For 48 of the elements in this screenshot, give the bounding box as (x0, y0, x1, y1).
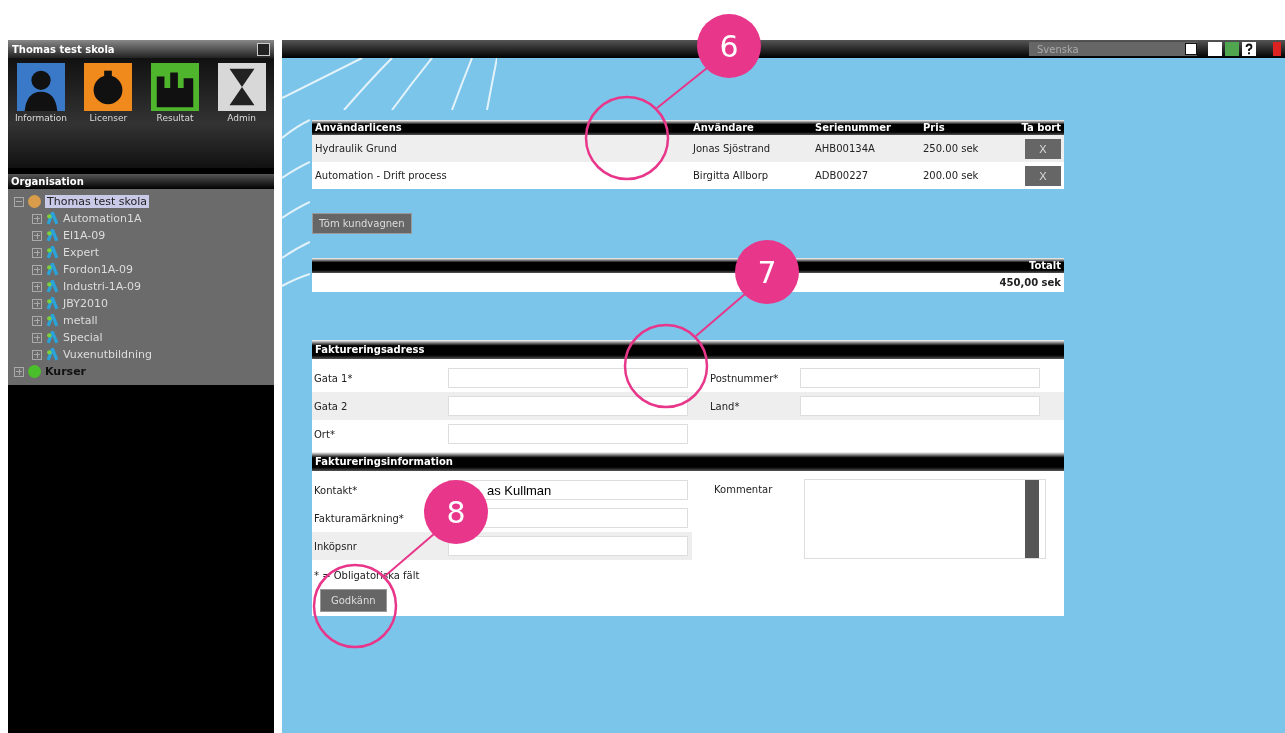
tree-item[interactable]: Expert (63, 246, 100, 259)
step-number-overlay: 6 (697, 14, 761, 78)
remove-button[interactable]: X (1025, 138, 1061, 159)
field-label: Kontakt* (314, 484, 359, 496)
empty-cart-button[interactable]: Töm kundvagnen (312, 213, 412, 234)
module-button[interactable]: Information (16, 63, 66, 123)
organisation-header: Organisation (8, 174, 274, 189)
tree-item[interactable]: JBY2010 (63, 297, 108, 310)
table-cell: Automation - Drift process (312, 162, 690, 189)
tree-item[interactable]: Industri-1A-09 (63, 280, 141, 293)
tree-item[interactable]: Fordon1A-09 (63, 263, 133, 276)
table-cell: Birgitta Allborp (690, 162, 812, 189)
remove-button[interactable]: X (1025, 165, 1061, 186)
table-cell: Jonas Sjöstrand (690, 135, 812, 162)
column-header: Pris (920, 120, 1010, 135)
table-cell: 200.00 sek (920, 162, 1010, 189)
column-header: Ta bort (1010, 120, 1064, 135)
school-title: Thomas test skola (12, 43, 115, 55)
tree-item[interactable]: Thomas test skola (45, 195, 149, 208)
module-button[interactable]: Licenser (84, 63, 133, 123)
field-label: Fakturamärkning* (314, 512, 405, 524)
table-cell: Hydraulik Grund (312, 135, 690, 162)
field-label: Ort* (314, 428, 336, 440)
tree-item[interactable]: Vuxenutbildning (63, 348, 152, 361)
total-value: 450,00 sek (999, 277, 1061, 288)
section-header: Faktureringsinformation (312, 452, 1064, 471)
tree-item[interactable]: Special (63, 331, 103, 344)
approve-button[interactable]: Godkänn (320, 589, 387, 612)
field-label: Land* (709, 400, 741, 412)
field-label: Kommentar (713, 483, 774, 495)
table-cell: 250.00 sek (920, 135, 1010, 162)
field-label: Inköpsnr (314, 540, 358, 552)
field-label: Postnummer* (709, 372, 780, 384)
tree-item[interactable]: Kurser (45, 365, 87, 378)
field-label: Gata 1* (314, 372, 354, 384)
tree-item[interactable]: metall (63, 314, 98, 327)
section-header: Faktureringsadress (312, 340, 1064, 359)
table-cell: ADB00227 (812, 162, 920, 189)
field-label: Gata 2 (314, 400, 349, 412)
module-button[interactable]: Resultat (150, 63, 200, 123)
language-select[interactable]: Svenska (1029, 42, 1197, 56)
column-header: Användare (690, 120, 812, 135)
column-header: Användarlicens (312, 120, 690, 135)
module-button[interactable]: Admin (217, 63, 266, 123)
table-cell: AHB00134A (812, 135, 920, 162)
tree-item[interactable]: El1A-09 (63, 229, 106, 242)
tree-item[interactable]: Automation1A (63, 212, 142, 225)
column-header: Serienummer (812, 120, 920, 135)
